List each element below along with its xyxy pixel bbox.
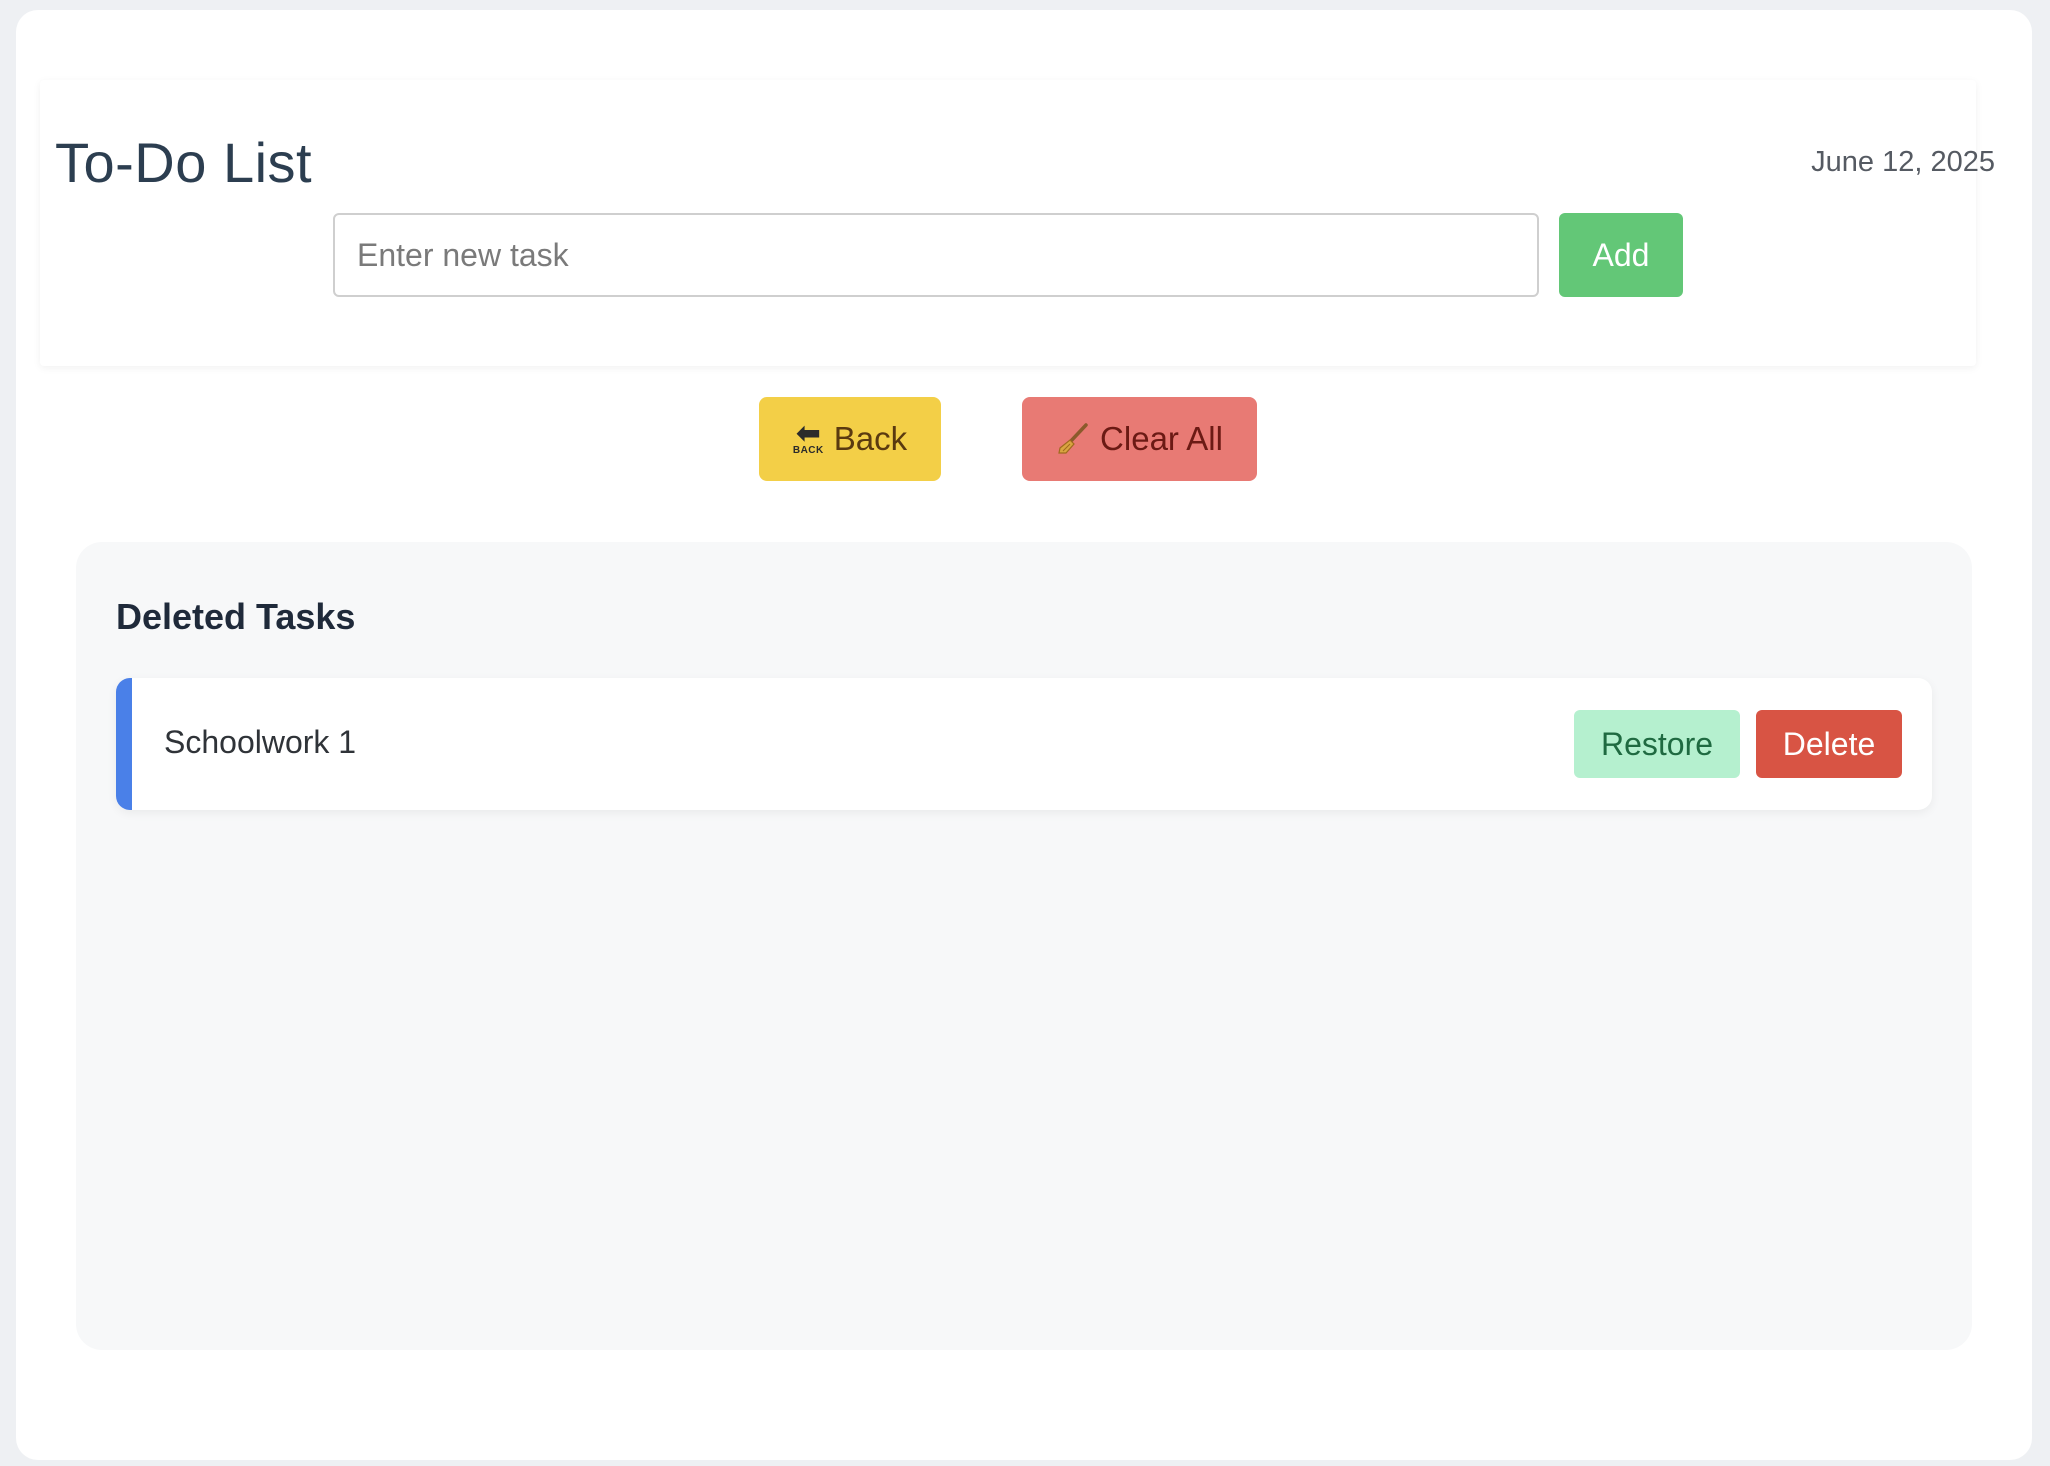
clear-all-button-label: Clear All — [1100, 420, 1223, 457]
back-button-label: Back — [833, 420, 908, 457]
page-title: To-Do List — [55, 131, 313, 194]
deleted-tasks-panel — [76, 542, 1972, 1350]
add-button[interactable]: Add — [1559, 213, 1683, 297]
restore-button[interactable]: Restore — [1574, 710, 1740, 778]
deleted-tasks-title: Deleted Tasks — [116, 596, 356, 637]
task-name: Schoolwork 1 — [164, 724, 357, 760]
delete-button[interactable]: Delete — [1756, 710, 1902, 778]
task-accent-bar — [116, 678, 132, 810]
back-arrow-icon: ⬅ BACK — [792, 417, 824, 456]
current-date: June 12, 2025 — [1811, 146, 1995, 178]
new-task-input[interactable] — [333, 213, 1539, 297]
back-button[interactable]: ⬅ BACK Back — [759, 397, 941, 481]
broom-icon — [1058, 423, 1088, 454]
deleted-task-row: Schoolwork 1 Restore Delete — [116, 678, 1932, 810]
clear-all-button[interactable]: Clear All — [1022, 397, 1257, 481]
